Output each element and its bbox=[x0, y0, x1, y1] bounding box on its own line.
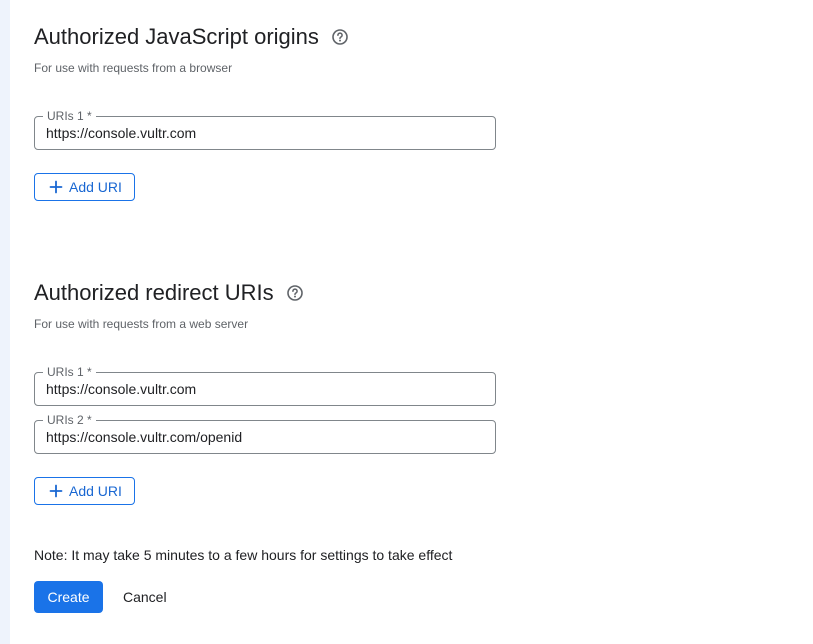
redirect-uri-1-field[interactable]: URIs 1 * bbox=[34, 365, 496, 406]
oauth-client-form: Authorized JavaScript origins For use wi… bbox=[0, 0, 813, 644]
cancel-button[interactable]: Cancel bbox=[123, 589, 167, 605]
js-origins-title: Authorized JavaScript origins bbox=[34, 24, 319, 49]
js-origin-uri-1-field[interactable]: URIs 1 * bbox=[34, 109, 496, 150]
form-actions: Create Cancel bbox=[34, 581, 167, 613]
js-origin-uri-1-input[interactable] bbox=[46, 117, 486, 149]
help-circle-icon[interactable] bbox=[286, 284, 304, 302]
redirect-uris-header: Authorized redirect URIs For use with re… bbox=[34, 278, 304, 332]
js-origins-add-uri-label: Add URI bbox=[69, 179, 122, 195]
js-origins-add-uri-button[interactable]: Add URI bbox=[34, 173, 135, 201]
plus-icon bbox=[49, 484, 63, 498]
redirect-uris-title-row: Authorized redirect URIs bbox=[34, 278, 304, 308]
redirect-uris-title: Authorized redirect URIs bbox=[34, 280, 274, 305]
plus-icon bbox=[49, 180, 63, 194]
redirect-uri-2-field[interactable]: URIs 2 * bbox=[34, 413, 496, 454]
settings-note: Note: It may take 5 minutes to a few hou… bbox=[34, 547, 453, 563]
js-origins-header: Authorized JavaScript origins For use wi… bbox=[34, 22, 349, 76]
create-button[interactable]: Create bbox=[34, 581, 103, 613]
js-origins-add-wrap: Add URI bbox=[34, 173, 135, 201]
redirect-uris-add-wrap: Add URI bbox=[34, 477, 135, 505]
help-circle-icon[interactable] bbox=[331, 28, 349, 46]
redirect-uris-subtitle: For use with requests from a web server bbox=[34, 317, 249, 331]
js-origins-title-row: Authorized JavaScript origins bbox=[34, 22, 349, 52]
redirect-uri-1-input[interactable] bbox=[46, 373, 486, 405]
redirect-uris-add-uri-label: Add URI bbox=[69, 483, 122, 499]
redirect-uris-add-uri-button[interactable]: Add URI bbox=[34, 477, 135, 505]
left-rail bbox=[0, 0, 10, 644]
redirect-uri-2-input[interactable] bbox=[46, 421, 486, 453]
js-origins-subtitle: For use with requests from a browser bbox=[34, 61, 233, 75]
